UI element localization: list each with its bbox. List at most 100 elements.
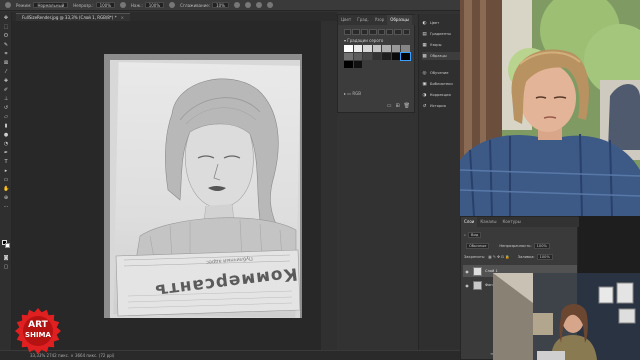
move-tool-icon[interactable]: ✥ bbox=[3, 16, 9, 21]
gray-swatch[interactable] bbox=[353, 45, 363, 52]
layer-filter-select[interactable]: Вид bbox=[468, 231, 482, 238]
pen-tool-icon[interactable]: ✒ bbox=[3, 151, 9, 156]
gray-swatch[interactable] bbox=[401, 45, 410, 52]
document-tab[interactable]: FullSizeRender.jpg @ 33,3% (Слой 1, RGB/… bbox=[16, 13, 130, 21]
mode-control[interactable]: Режим: Нормальный bbox=[16, 2, 69, 8]
tab-channels[interactable]: Каналы bbox=[477, 217, 499, 227]
gradient-tool-icon[interactable]: ▮ bbox=[3, 124, 9, 129]
panel-button-label: Образцы bbox=[430, 54, 447, 58]
recent-swatch[interactable] bbox=[385, 29, 394, 35]
swatch-group-title[interactable]: ▾ Градации серого bbox=[344, 38, 383, 43]
gray-swatch[interactable] bbox=[391, 45, 401, 52]
hand-tool-icon[interactable]: ✋ bbox=[3, 187, 9, 192]
flow-field[interactable]: 100% bbox=[144, 2, 165, 8]
panel-button-gradient[interactable]: ▤ Градиенты bbox=[422, 30, 460, 38]
recent-swatch[interactable] bbox=[369, 29, 377, 35]
new-swatch-icon[interactable]: ⊞ bbox=[395, 103, 399, 109]
background-color-swatch[interactable] bbox=[5, 243, 10, 248]
layers-panel-tabs: Слои Каналы Контуры bbox=[461, 217, 579, 227]
panel-button-pattern[interactable]: ▦ Узоры bbox=[422, 41, 460, 49]
document-image[interactable]: Публичный адрес Коммерсантъ bbox=[110, 60, 300, 318]
type-tool-icon[interactable]: T bbox=[3, 160, 9, 165]
blend-mode-select[interactable]: Обычные bbox=[466, 242, 490, 249]
shape-tool-icon[interactable]: ▭ bbox=[3, 178, 9, 183]
quick-select-tool-icon[interactable]: ✎ bbox=[3, 43, 9, 48]
gray-swatch[interactable] bbox=[400, 52, 411, 61]
gray-swatch[interactable] bbox=[391, 53, 401, 60]
smoothing-field[interactable]: 10% bbox=[212, 2, 229, 8]
tab-layers[interactable]: Слои bbox=[461, 217, 478, 227]
eyedropper-tool-icon[interactable]: ⁄ bbox=[3, 70, 9, 75]
smoothing-control[interactable]: Сглаживание: 10% bbox=[180, 2, 229, 8]
recent-swatch[interactable] bbox=[344, 29, 352, 35]
layer-opacity-field[interactable]: 100% bbox=[533, 242, 550, 249]
panel-button-palette[interactable]: ◐ Цвет bbox=[422, 19, 460, 27]
healing-brush-tool-icon[interactable]: ✚ bbox=[3, 79, 9, 84]
zoom-tool-icon[interactable]: ⊕ bbox=[3, 196, 9, 201]
panel-button-library[interactable]: ▣ Библиотеки bbox=[422, 80, 460, 88]
opacity-field[interactable]: 100% bbox=[95, 2, 115, 8]
close-tab-icon[interactable]: × bbox=[121, 15, 124, 20]
pressure-size-icon[interactable] bbox=[255, 2, 262, 8]
history-brush-tool-icon[interactable]: ↺ bbox=[3, 106, 9, 111]
brush-preset-icon[interactable] bbox=[5, 2, 11, 8]
visibility-eye-icon[interactable]: ◉ bbox=[464, 269, 470, 274]
library-icon: ▣ bbox=[422, 81, 427, 87]
recent-swatch[interactable] bbox=[394, 29, 402, 35]
recent-swatch[interactable] bbox=[352, 29, 360, 35]
mode-select[interactable]: Нормальный bbox=[33, 2, 69, 8]
visibility-eye-icon[interactable]: ◉ bbox=[464, 283, 470, 288]
gray-swatch[interactable] bbox=[372, 45, 382, 52]
filter-search-icon[interactable]: ⌕ bbox=[464, 233, 466, 237]
gray-swatch[interactable] bbox=[353, 53, 363, 60]
gray-swatch[interactable] bbox=[382, 53, 391, 60]
gray-swatch[interactable] bbox=[344, 53, 353, 60]
delete-icon[interactable]: 🗑 bbox=[404, 103, 410, 109]
palette-icon: ◐ bbox=[422, 20, 427, 26]
path-select-tool-icon[interactable]: ▸ bbox=[3, 169, 9, 174]
edit-toolbar-icon[interactable]: ⋯ bbox=[3, 205, 9, 210]
gray-swatch[interactable] bbox=[372, 53, 382, 60]
airbrush-icon[interactable] bbox=[169, 2, 176, 8]
recent-swatch[interactable] bbox=[377, 29, 385, 35]
gray-swatch[interactable] bbox=[382, 45, 391, 52]
symmetry-icon[interactable] bbox=[266, 2, 273, 8]
panel-button-swatches[interactable]: ▩ Образцы bbox=[422, 52, 460, 60]
screen-mode-icon[interactable]: ▢ bbox=[3, 265, 9, 270]
flow-control[interactable]: Наж.: 100% bbox=[131, 2, 165, 8]
tab-swatches[interactable]: Образцы bbox=[387, 15, 412, 25]
swatch-folder-rgb[interactable]: ▸ ▭ RGB bbox=[344, 91, 361, 96]
crop-tool-icon[interactable]: ⌗ bbox=[3, 52, 9, 57]
gray-swatch[interactable] bbox=[344, 45, 353, 52]
fill-field[interactable]: 100% bbox=[536, 253, 553, 260]
angle-icon[interactable] bbox=[244, 2, 251, 8]
recent-swatch[interactable] bbox=[402, 29, 410, 35]
marquee-tool-icon[interactable]: ⬚ bbox=[3, 25, 9, 30]
tab-patterns[interactable]: Узор bbox=[372, 15, 388, 25]
quick-mask-icon[interactable]: ◙ bbox=[3, 256, 9, 261]
smoothing-settings-icon[interactable] bbox=[233, 2, 240, 8]
panel-button-history[interactable]: ↺ История bbox=[422, 102, 460, 110]
gray-swatch[interactable] bbox=[353, 61, 363, 68]
lasso-tool-icon[interactable]: ʘ bbox=[3, 34, 9, 39]
tab-paths[interactable]: Контуры bbox=[499, 217, 523, 227]
pressure-opacity-icon[interactable] bbox=[120, 2, 126, 8]
brush-tool-icon[interactable]: ✐ bbox=[3, 88, 9, 93]
gray-swatch[interactable] bbox=[344, 61, 353, 68]
gray-swatch[interactable] bbox=[363, 53, 372, 60]
gray-swatch[interactable] bbox=[363, 45, 372, 52]
grayscale-swatches bbox=[344, 45, 411, 68]
eraser-tool-icon[interactable]: ▱ bbox=[3, 115, 9, 120]
lock-icons[interactable]: ▦ ✎ ✥ ⊡ 🔒 bbox=[488, 255, 509, 259]
frame-tool-icon[interactable]: ⊠ bbox=[3, 61, 9, 66]
panel-button-learn[interactable]: ◎ Обучение bbox=[422, 69, 460, 77]
new-group-icon[interactable]: ▭ bbox=[387, 103, 392, 109]
blur-tool-icon[interactable]: ● bbox=[3, 133, 9, 138]
tab-gradients[interactable]: Град. bbox=[354, 15, 371, 25]
opacity-control[interactable]: Непрозр.: 100% bbox=[73, 2, 115, 8]
recent-swatch[interactable] bbox=[360, 29, 369, 35]
dodge-tool-icon[interactable]: ◔ bbox=[3, 142, 9, 147]
tab-color[interactable]: Цвет bbox=[338, 15, 354, 25]
panel-button-adjustments[interactable]: ◑ Коррекция bbox=[422, 91, 460, 99]
clone-stamp-tool-icon[interactable]: ⊥ bbox=[3, 97, 9, 102]
